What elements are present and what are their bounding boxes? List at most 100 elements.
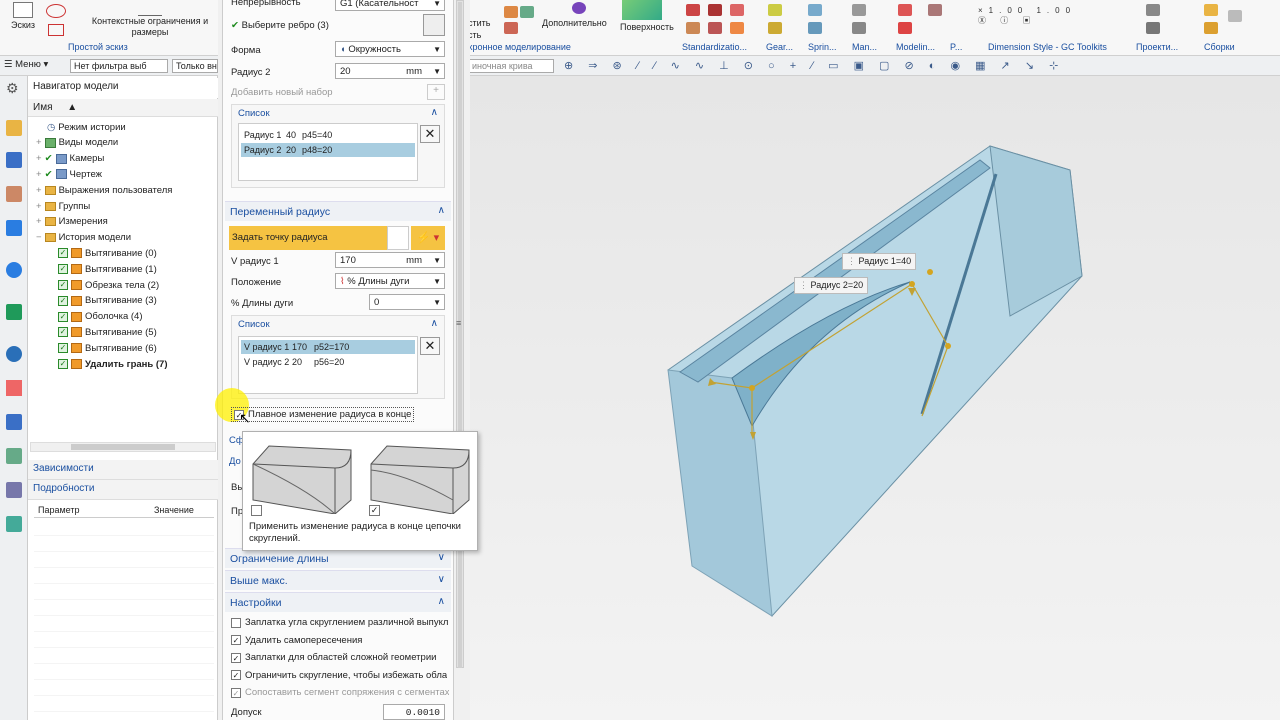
arc-pct-input[interactable]: 0 ▼ [369,294,445,310]
length-limit-section[interactable]: Ограничение длины ∨ [225,548,451,568]
surface-button[interactable]: Поверхность [620,22,674,32]
expand-icon[interactable]: + [36,216,42,227]
expand-icon[interactable]: + [36,153,42,164]
add-set-icon[interactable]: + [427,84,445,100]
tool-icon[interactable] [520,6,534,18]
continuity-select[interactable]: G1 (Касательност ▼ [335,0,445,11]
tree-item[interactable]: + Группы [36,198,90,214]
expand-icon[interactable]: + [36,137,42,148]
assembly-icon[interactable] [1204,22,1218,34]
visibility-checkbox[interactable]: ✓ [58,295,68,306]
process-studio-icon[interactable] [6,380,22,396]
tree-item[interactable]: ✓ Вытягивание (3) [58,293,157,309]
radius1-tag[interactable]: ⋮ Радиус 1=40 [842,253,917,270]
radius-list[interactable]: Радиус 1 40 p45=40 Радиус 2 20 p48=20 [238,123,418,181]
v-radius-list[interactable]: V радиус 1 170 p52=170 V радиус 2 20 p56=20 [238,336,418,394]
radius-point-marker[interactable] [927,269,933,275]
tool-icon[interactable] [686,22,700,34]
reuse-library-icon[interactable] [6,220,22,236]
point-dialog-icon[interactable] [387,226,409,250]
variable-radius-section[interactable]: Переменный радиус ∧ [225,201,451,221]
visibility-checkbox[interactable]: ✓ [58,280,68,290]
tolerance-input[interactable]: 0.0010 [383,704,445,720]
delete-button[interactable]: ✕ [420,337,440,355]
tree-item[interactable]: + Виды модели [36,135,118,151]
tool-icon[interactable] [708,4,722,16]
column-header-name[interactable]: Имя ▲ [28,99,218,117]
radius-point-marker[interactable] [945,343,951,349]
tree-item[interactable]: ✓ Вытягивание (0) [58,245,157,261]
expand-icon[interactable]: − [36,232,42,243]
tree-item[interactable]: + ✔ Чертеж [36,166,102,182]
expand-icon[interactable]: + [36,185,42,196]
expand-icon[interactable]: + [36,169,42,180]
radius2-input[interactable]: 20 mm ▼ [335,63,445,79]
v-radius1-input[interactable]: 170 mm ▼ [335,252,445,268]
gear-tool-icon[interactable] [768,4,782,16]
radius-point-marker[interactable] [909,281,915,287]
dependencies-section[interactable]: Зависимости [28,460,218,480]
system-scene-icon[interactable] [6,448,22,464]
constraint-navigator-icon[interactable] [6,186,22,202]
visibility-checkbox[interactable]: ✓ [58,264,68,275]
palette-icon[interactable] [6,482,22,498]
tree-item[interactable]: + Выражения пользователя [36,182,172,198]
chevron-up-icon[interactable]: ∧ [431,318,438,329]
snap-icons[interactable]: ⊕ ⇒ ⊛ ∕ ∕ ∿ ∿ ⊥ ⊙ ○ + ∕ ▭ ▣ ▢ ⊘ ◐ ◉ ▦ ↗ … [564,59,1064,72]
tool-icon[interactable] [898,4,912,16]
scrollbar-thumb[interactable] [458,2,462,668]
type-filter-select[interactable]: Нет фильтра выб [70,59,168,73]
assembly-icon[interactable] [1228,10,1242,22]
tool-icon[interactable] [852,4,866,16]
list-item-selected[interactable]: V радиус 1 170 p52=170 [241,340,415,354]
tree-item[interactable]: + ✔ Камеры [36,151,104,167]
tree-item[interactable]: + Измерения [36,214,108,230]
dimension-style-icons[interactable]: ×1.00 1.00 Ⓧ ⓘ ▣ [978,6,1098,32]
scrollbar-thumb[interactable] [71,444,175,450]
settings-checkbox[interactable]: ✓ Сопоставить сегмент сопряжения с сегмен… [231,687,449,698]
edge-select-icon[interactable] [423,14,445,36]
radius2-tag[interactable]: ⋮ Радиус 2=20 [794,277,869,294]
circle-tool-icon[interactable] [46,4,66,18]
scope-filter-select[interactable]: Только вн [172,59,218,73]
web-browser-icon[interactable] [6,262,22,278]
projection-icon[interactable] [1146,22,1160,34]
tool-icon[interactable] [852,22,866,34]
settings-checkbox[interactable]: ✓ Заплатки для областей сложной геометрии [231,652,436,663]
list-item[interactable]: Радиус 1 40 p45=40 [241,128,349,142]
tool-icon[interactable] [730,22,744,34]
tool-icon[interactable] [928,4,942,16]
constraints-button[interactable]: Контекстные ограничения и размеры [90,2,210,38]
radius-point-marker[interactable] [749,385,755,391]
projection-icon[interactable] [1146,4,1160,16]
roles-icon[interactable] [6,414,22,430]
gear-icon[interactable]: ⚙ [6,80,19,97]
splitter-grip-icon[interactable]: ≡ [456,318,461,328]
spring-tool-icon[interactable] [808,22,822,34]
delete-button[interactable]: ✕ [420,125,440,143]
misc-tool-icon[interactable] [6,516,22,532]
tool-icon[interactable] [504,6,518,18]
tree-item[interactable]: ✓ Обрезка тела (2) [58,277,159,293]
tree-item[interactable]: ✓ Вытягивание (5) [58,324,157,340]
tree-item[interactable]: ✓ Удалить грань (7) [58,356,168,372]
visibility-checkbox[interactable]: ✓ [58,327,68,338]
expand-icon[interactable]: + [36,201,42,212]
shape-select[interactable]: ◖ Окружность ▼ [335,41,445,57]
settings-section[interactable]: Настройки ∧ [225,592,451,612]
above-max-section[interactable]: Выше макс. ∨ [225,570,451,590]
model-3d-view[interactable] [470,76,1280,720]
tool-icon[interactable] [730,4,744,16]
smooth-change-checkbox[interactable]: ✓ Плавное изменение радиуса в конце [231,407,415,422]
visibility-checkbox[interactable]: ✓ [58,311,68,322]
position-select[interactable]: ⌇ % Длины дуги ▼ [335,273,445,289]
menu-button[interactable]: ☰ Меню ▾ [4,59,48,70]
additional-button[interactable]: Дополнительно [542,18,607,28]
spring-tool-icon[interactable] [808,4,822,16]
visibility-checkbox[interactable]: ✓ [58,343,68,354]
point-inference-icon[interactable]: ⚡ ▾ [411,226,445,250]
panel-splitter[interactable]: ≡ [454,0,470,720]
select-edge-label[interactable]: ✔ Выберите ребро (3) [231,20,329,31]
chevron-up-icon[interactable]: ∧ [431,107,438,118]
curve-rule-select[interactable]: иночная крива [468,59,554,73]
